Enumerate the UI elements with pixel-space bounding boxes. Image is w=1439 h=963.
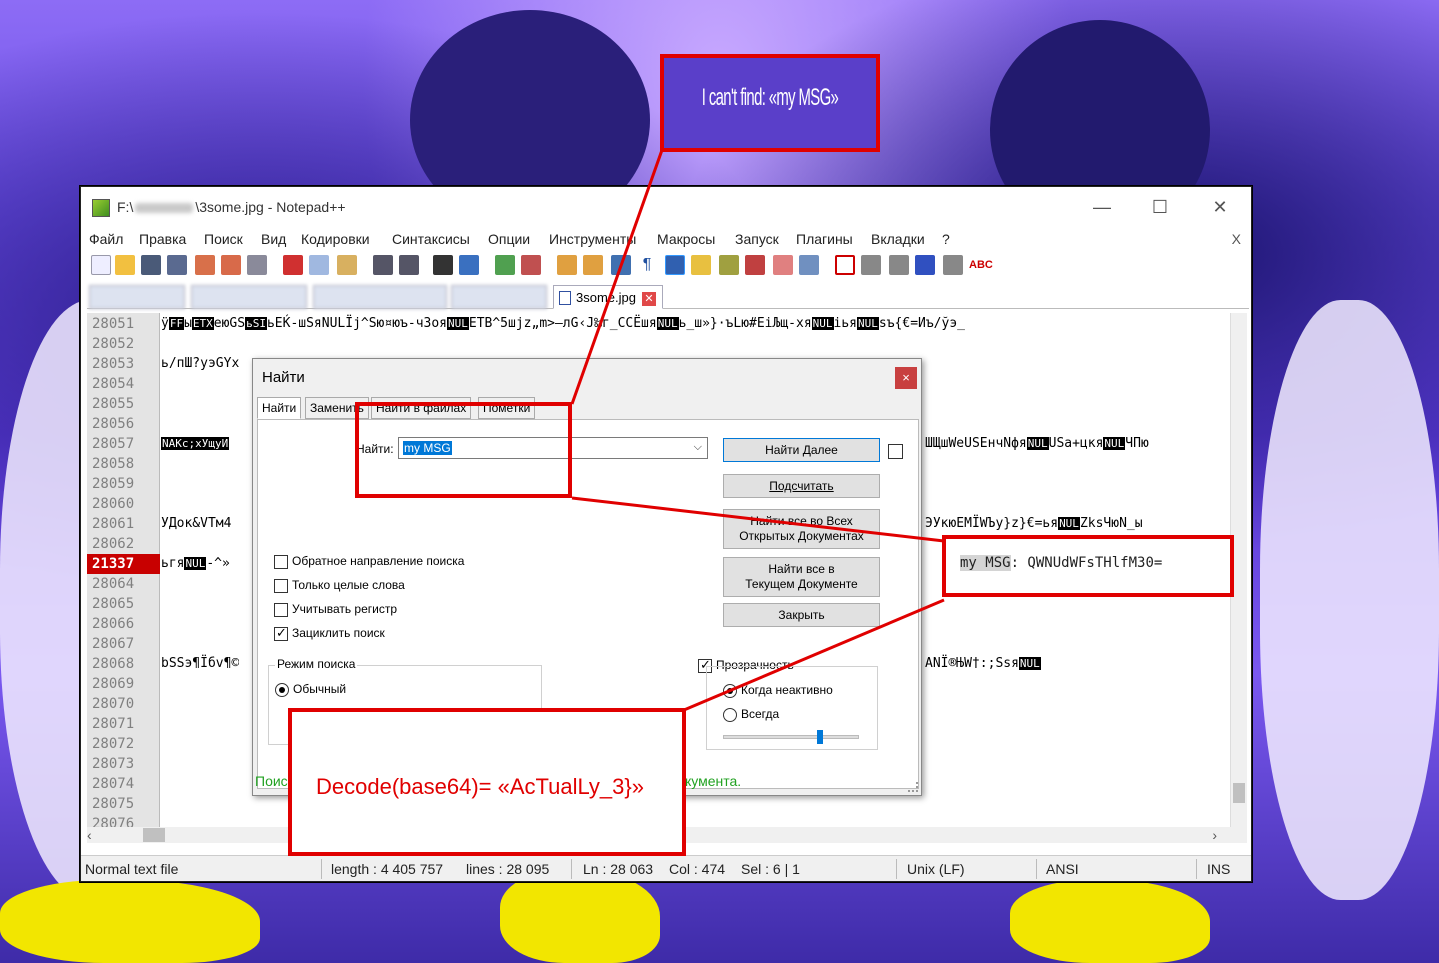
- top-annotation-frame: [660, 54, 880, 152]
- msg-annotation-frame: [942, 535, 1234, 597]
- decode-annotation-frame: [288, 708, 686, 856]
- connector-line: [570, 149, 664, 405]
- find-input-highlight-frame: [355, 402, 572, 498]
- connector-line: [571, 496, 945, 543]
- connector-line: [683, 598, 945, 712]
